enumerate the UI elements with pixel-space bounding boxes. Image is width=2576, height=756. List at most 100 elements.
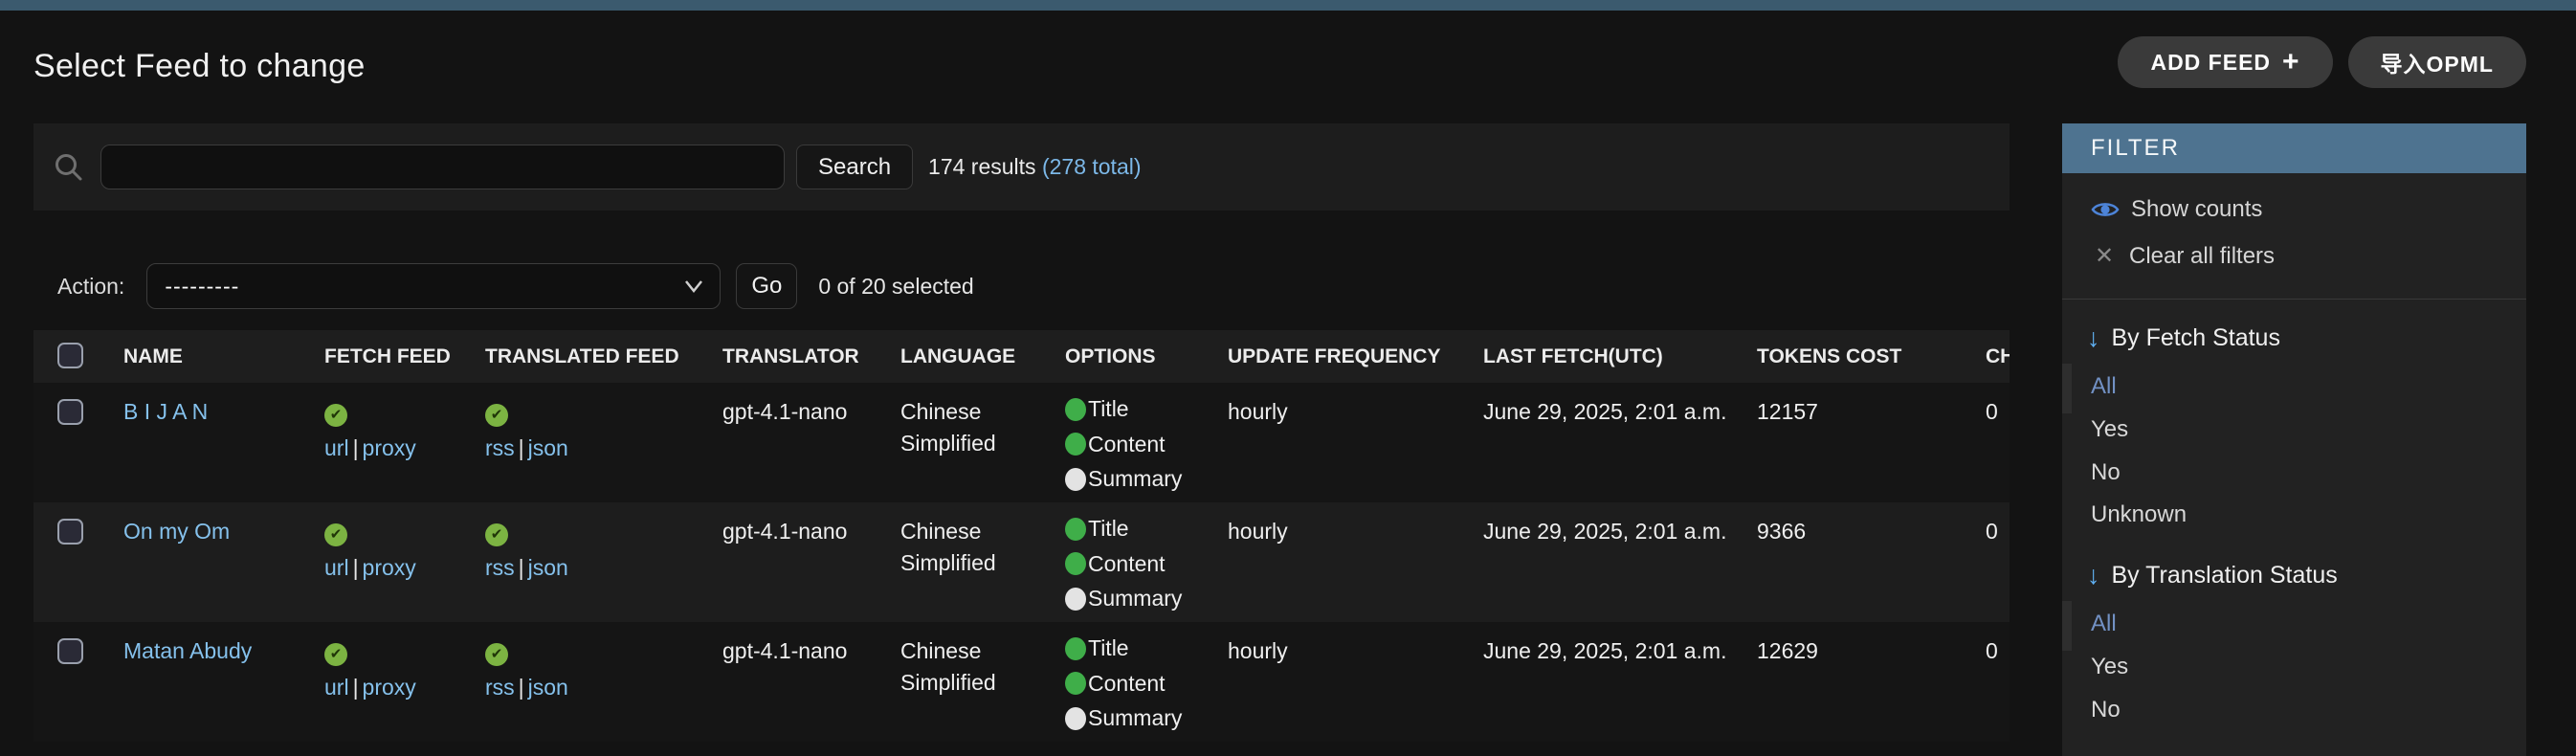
- header-fetch-feed[interactable]: FETCH FEED: [301, 330, 462, 383]
- search-button[interactable]: Search: [796, 145, 914, 189]
- search-results-text: 174 results (278 total): [928, 154, 1141, 180]
- fetch-status-ok-icon: [324, 642, 347, 666]
- separator: |: [518, 554, 524, 580]
- go-button[interactable]: Go: [736, 263, 798, 309]
- filter-group-title[interactable]: ↓ By Fetch Status: [2062, 324, 2526, 352]
- filter-group-label: By Fetch Status: [2111, 324, 2280, 351]
- option-off-icon: [1065, 706, 1086, 730]
- filter-option-yes[interactable]: Yes: [2091, 654, 2128, 679]
- option-summary: Summary: [1088, 466, 1183, 492]
- separator: |: [352, 434, 359, 460]
- language-cell: Chinese Simplified: [900, 638, 996, 696]
- filter-sidebar: FILTER Show counts ✕ Clear all filters ↓…: [2062, 123, 2526, 756]
- translator-cell: gpt-4.1-nano: [722, 638, 848, 663]
- eye-icon: [2091, 203, 2120, 216]
- last-fetch-cell: June 29, 2025, 2:01 a.m.: [1483, 519, 1727, 544]
- feed-url-link[interactable]: url: [324, 675, 349, 700]
- option-off-icon: [1065, 467, 1086, 491]
- row-checkbox[interactable]: [57, 399, 83, 425]
- header-translated-feed[interactable]: TRANSLATED FEED: [462, 330, 700, 383]
- rss-link[interactable]: rss: [485, 555, 515, 580]
- filter-option-all[interactable]: All: [2091, 611, 2117, 636]
- header-chars-cost[interactable]: CH: [1963, 330, 2010, 383]
- search-input[interactable]: [100, 145, 785, 189]
- chars-cost-cell: 0: [1986, 638, 1998, 663]
- last-fetch-cell: June 29, 2025, 2:01 a.m.: [1483, 399, 1727, 424]
- feed-proxy-link[interactable]: proxy: [363, 435, 416, 460]
- json-link[interactable]: json: [528, 555, 568, 580]
- json-link[interactable]: json: [528, 435, 568, 460]
- filter-option-yes[interactable]: Yes: [2091, 416, 2128, 442]
- header-update-frequency[interactable]: UPDATE FREQUENCY: [1205, 330, 1460, 383]
- separator: |: [518, 674, 524, 700]
- filter-option-no[interactable]: No: [2091, 459, 2121, 485]
- frequency-cell: hourly: [1228, 638, 1288, 663]
- show-counts-label: Show counts: [2131, 196, 2263, 222]
- feed-name-link[interactable]: Matan Abudy: [123, 638, 252, 663]
- close-icon: ✕: [2094, 243, 2115, 269]
- tokens-cost-cell: 9366: [1757, 519, 1807, 544]
- action-bar: Action: --------- Go 0 of 20 selected: [33, 263, 2010, 309]
- feed-url-link[interactable]: url: [324, 435, 349, 460]
- last-fetch-cell: June 29, 2025, 2:01 a.m.: [1483, 638, 1727, 663]
- feed-proxy-link[interactable]: proxy: [363, 555, 416, 580]
- translate-status-ok-icon: [485, 523, 508, 546]
- action-select[interactable]: ---------: [146, 263, 722, 309]
- option-content: Content: [1088, 550, 1166, 576]
- option-on-icon: [1065, 672, 1086, 696]
- row-checkbox[interactable]: [57, 519, 83, 545]
- table-row: Matan Abudy url|proxy rss|json gpt-4.1-n…: [33, 622, 2010, 742]
- header-last-fetch[interactable]: LAST FETCH(UTC): [1460, 330, 1734, 383]
- option-title: Title: [1088, 635, 1129, 660]
- filter-group-title[interactable]: ↓ By Translation Status: [2062, 562, 2526, 589]
- clear-all-filters-link[interactable]: ✕ Clear all filters: [2062, 233, 2526, 279]
- results-count: 174 results: [928, 154, 1036, 179]
- header-tokens-cost[interactable]: TOKENS COST: [1734, 330, 1963, 383]
- rss-link[interactable]: rss: [485, 675, 515, 700]
- filter-group-translation-status: ↓ By Translation Status All Yes No: [2062, 537, 2526, 731]
- option-on-icon: [1065, 636, 1086, 660]
- header-language[interactable]: LANGUAGE: [877, 330, 1042, 383]
- filter-option-no[interactable]: No: [2091, 697, 2121, 723]
- header-translator[interactable]: TRANSLATOR: [700, 330, 877, 383]
- rss-link[interactable]: rss: [485, 435, 515, 460]
- language-cell: Chinese Simplified: [900, 519, 996, 576]
- row-checkbox[interactable]: [57, 638, 83, 664]
- plus-icon: +: [2282, 46, 2300, 78]
- translator-cell: gpt-4.1-nano: [722, 399, 848, 424]
- header-options[interactable]: OPTIONS: [1042, 330, 1205, 383]
- fetch-status-ok-icon: [324, 403, 347, 427]
- search-panel: Search 174 results (278 total): [33, 123, 2010, 211]
- feed-url-link[interactable]: url: [324, 555, 349, 580]
- option-content: Content: [1088, 670, 1166, 696]
- filter-option-unknown[interactable]: Unknown: [2091, 501, 2187, 527]
- import-opml-button[interactable]: 导入OPML: [2347, 36, 2526, 88]
- filter-group-label: By Translation Status: [2111, 562, 2338, 589]
- action-select-value: ---------: [165, 273, 240, 299]
- add-feed-button[interactable]: ADD FEED +: [2118, 36, 2333, 88]
- feed-proxy-link[interactable]: proxy: [363, 675, 416, 700]
- filter-option-all[interactable]: All: [2091, 373, 2117, 399]
- select-all-checkbox[interactable]: [57, 342, 83, 368]
- header-name[interactable]: NAME: [100, 330, 301, 383]
- selection-counter: 0 of 20 selected: [818, 273, 974, 299]
- option-on-icon: [1065, 433, 1086, 456]
- feed-name-link[interactable]: B I J A N: [123, 399, 208, 424]
- feed-name-link[interactable]: On my Om: [123, 519, 230, 544]
- frequency-cell: hourly: [1228, 519, 1288, 544]
- table-row: On my Om url|proxy rss|json gpt-4.1-nano…: [33, 502, 2010, 622]
- json-link[interactable]: json: [528, 675, 568, 700]
- action-label: Action:: [57, 273, 125, 299]
- translate-status-ok-icon: [485, 403, 508, 427]
- table-row: B I J A N url|proxy rss|json gpt-4.1-nan…: [33, 383, 2010, 502]
- show-counts-link[interactable]: Show counts: [2062, 187, 2526, 233]
- separator: |: [352, 554, 359, 580]
- show-total-link[interactable]: (278 total): [1042, 154, 1142, 179]
- option-title: Title: [1088, 396, 1129, 421]
- arrow-down-icon: ↓: [2087, 323, 2100, 352]
- tokens-cost-cell: 12629: [1757, 638, 1818, 663]
- tokens-cost-cell: 12157: [1757, 399, 1818, 424]
- filter-title: FILTER: [2062, 123, 2526, 173]
- option-on-icon: [1065, 552, 1086, 576]
- changelist-table: NAME FETCH FEED TRANSLATED FEED TRANSLAT…: [33, 330, 2010, 742]
